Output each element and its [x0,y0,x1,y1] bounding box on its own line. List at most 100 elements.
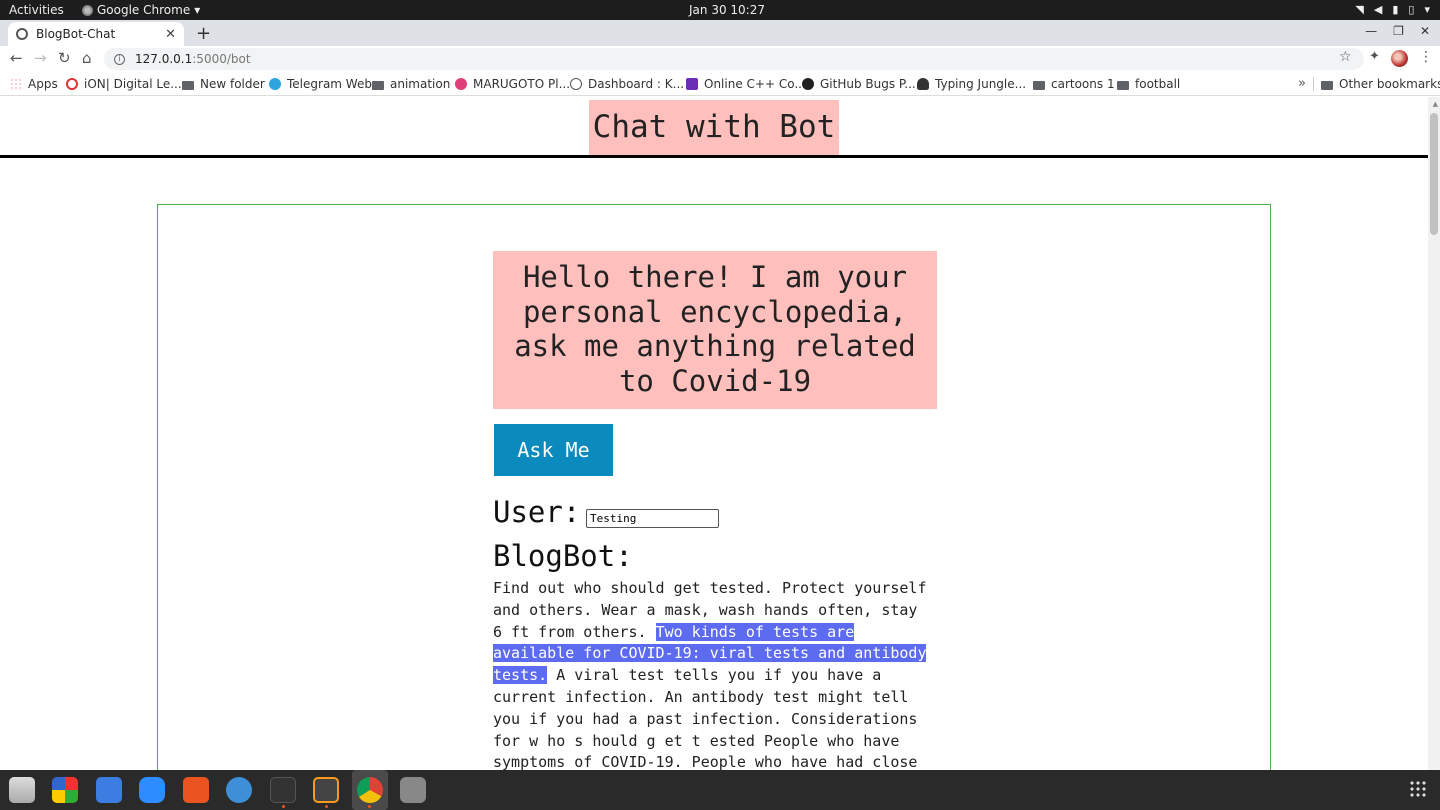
system-tray[interactable]: ◥ ◀ ▮ ▯ ▾ [1355,3,1430,16]
telegram-icon [269,78,281,90]
bookmark-label: iON| Digital Le... [84,77,182,91]
ask-me-button[interactable]: Ask Me [494,424,613,476]
folder-icon [1117,80,1129,90]
running-indicator [325,805,328,808]
page-header: Chat with Bot [0,97,1428,158]
app-menu[interactable]: Google Chrome ▾ [82,3,200,17]
dock [0,770,1440,810]
sublime-text-icon[interactable] [313,777,339,803]
restore-icon[interactable]: ❐ [1393,24,1404,38]
home-icon[interactable]: ⌂ [82,49,92,67]
bookmark-label: Telegram Web [287,77,372,91]
bookmark-github-bugs[interactable]: GitHub Bugs P... [802,77,916,91]
running-indicator [282,805,285,808]
terminal-icon[interactable] [270,777,296,803]
ion-icon [66,78,78,90]
files-icon[interactable] [9,777,35,803]
github-icon [802,78,814,90]
url-path: :5000/bot [192,52,251,66]
scroll-up-icon[interactable]: ▲ [1433,100,1438,108]
zoom-icon[interactable] [139,777,165,803]
bookmark-star-icon[interactable]: ☆ [1339,49,1352,65]
bot-reply-text[interactable]: Find out who should get tested. Protect … [493,578,933,770]
window-controls: — ❐ ✕ [1365,24,1430,38]
folder-icon [372,80,384,90]
bookmarks-bar: Apps iON| Digital Le... New folder Teleg… [0,72,1440,96]
dashboard-icon [570,78,582,90]
tab-blogbot-chat[interactable]: BlogBot-Chat ✕ [8,22,184,46]
disk-icon[interactable] [400,777,426,803]
caret-down-icon: ▾ [1424,3,1430,16]
scrollbar-thumb[interactable] [1430,113,1438,235]
bookmark-label: cartoons 1 [1051,77,1115,91]
forward-icon[interactable]: → [34,49,47,67]
reload-icon[interactable]: ↻ [58,49,71,67]
new-tab-button[interactable]: + [196,23,211,44]
folder-icon [182,80,194,90]
bookmark-animation[interactable]: animation [372,77,450,91]
volume-icon: ◀ [1373,3,1383,16]
tab-strip: BlogBot-Chat ✕ + — ❐ ✕ [0,20,1440,46]
page-viewport: Chat with Bot Hello there! I am your per… [0,97,1440,770]
marugoto-icon [455,78,467,90]
back-icon[interactable]: ← [10,49,23,67]
bookmark-label: football [1135,77,1181,91]
chrome-icon[interactable] [357,777,383,803]
bookmark-ion[interactable]: iON| Digital Le... [66,77,182,91]
extensions-icon[interactable]: ✦ [1369,49,1380,64]
apps-grid-icon [10,78,22,90]
software-center-icon[interactable] [183,777,209,803]
online-cpp-icon [686,78,698,90]
chrome-icon [82,4,93,16]
chat-container: Hello there! I am your personal encyclop… [157,204,1271,770]
bookmark-label: Typing Jungle... [935,77,1027,91]
show-applications-icon[interactable] [1409,780,1427,798]
bookmark-label: MARUGOTO Pl... [473,77,571,91]
url-host: 127.0.0.1 [135,52,193,66]
bookmark-typing-jungle[interactable]: Typing Jungle... [917,77,1026,91]
bookmark-dashboard[interactable]: Dashboard : K... [570,77,684,91]
bookmark-online-cpp[interactable]: Online C++ Co... [686,77,806,91]
folder-icon [1033,80,1045,90]
activities-button[interactable]: Activities [9,3,64,17]
bookmark-football[interactable]: football [1117,77,1180,91]
minimize-icon[interactable]: — [1365,24,1377,38]
close-window-icon[interactable]: ✕ [1420,24,1430,38]
page-title: Chat with Bot [589,100,839,155]
bookmark-apps[interactable]: Apps [10,77,58,91]
address-bar[interactable]: i 127.0.0.1:5000/bot [104,48,1364,70]
battery-icon: ▯ [1408,3,1415,16]
user-question-input[interactable] [586,509,719,528]
reply-text: A viral test tells you if you have a cur… [493,666,918,770]
info-icon[interactable]: i [114,53,125,65]
bookmark-telegram[interactable]: Telegram Web [269,77,372,91]
microphone-icon: ▮ [1392,3,1399,16]
system-top-bar: Activities Google Chrome ▾ Jan 30 10:27 … [0,0,1440,20]
bookmark-label: Other bookmarks [1339,77,1440,91]
profile-avatar[interactable] [1391,50,1408,67]
bookmark-marugoto[interactable]: MARUGOTO Pl... [455,77,570,91]
bookmark-cartoons[interactable]: cartoons 1 [1033,77,1115,91]
app-menu-label: Google Chrome [97,3,191,17]
chevron-more-icon[interactable]: » [1298,76,1306,91]
bookmark-label: Apps [28,77,58,91]
office-icon[interactable] [52,777,78,803]
bookmark-label: Online C++ Co... [704,77,806,91]
bookmark-label: New folder [200,77,265,91]
help-icon[interactable] [226,777,252,803]
folder-icon [1321,80,1333,90]
bookmark-label: GitHub Bugs P... [820,77,916,91]
menu-kebab-icon[interactable]: ⋮ [1419,49,1433,65]
bookmark-new-folder[interactable]: New folder [182,77,265,91]
document-icon[interactable] [96,777,122,803]
tab-title: BlogBot-Chat [36,27,116,41]
browser-toolbar: ← → ↻ ⌂ i 127.0.0.1:5000/bot ☆ ✦ ⋮ [0,46,1440,72]
close-icon[interactable]: ✕ [165,27,176,42]
bookmark-label: Dashboard : K... [588,77,685,91]
bookmark-other[interactable]: Other bookmarks [1321,77,1440,91]
divider [1313,77,1314,91]
vertical-scrollbar[interactable]: ▲ [1428,97,1440,770]
clock[interactable]: Jan 30 10:27 [689,3,765,17]
user-label: User: [493,495,581,529]
bot-label: BlogBot: [493,539,633,573]
